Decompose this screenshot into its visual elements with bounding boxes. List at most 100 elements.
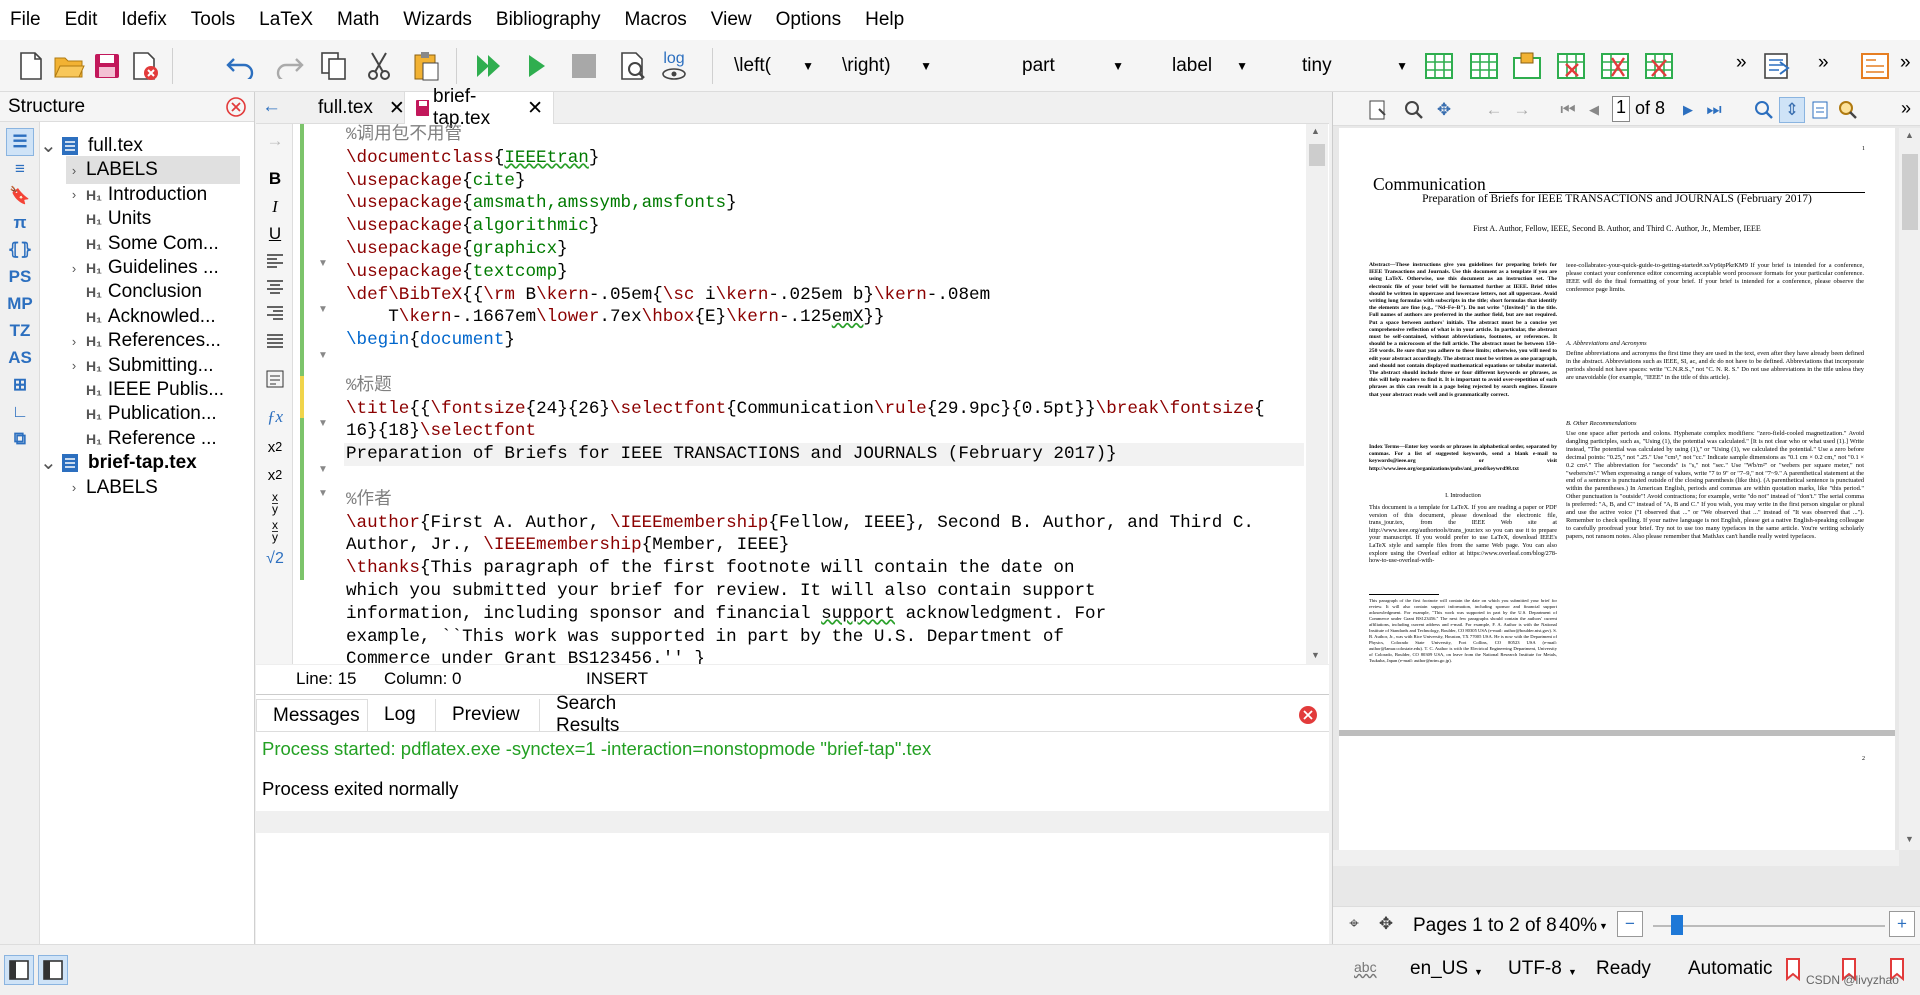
open-folder-icon[interactable]: [50, 47, 88, 85]
copy-icon[interactable]: [315, 47, 353, 85]
add-row-icon[interactable]: [1465, 47, 1503, 85]
align-left-icon[interactable]: [262, 248, 288, 274]
new-file-icon[interactable]: [12, 47, 50, 85]
close-icon[interactable]: [1298, 705, 1318, 725]
remove-column-icon[interactable]: [1596, 47, 1634, 85]
code-line[interactable]: example, ``This work was supported in pa…: [344, 626, 1304, 649]
undo-icon[interactable]: [222, 47, 260, 85]
sync-cursor-icon[interactable]: ✥: [1373, 911, 1399, 937]
zoom-icon[interactable]: [1751, 97, 1777, 123]
tabular-icon[interactable]: [1420, 47, 1458, 85]
code-line[interactable]: which you submitted your brief for revie…: [344, 580, 1304, 603]
page-number-input[interactable]: 1: [1612, 96, 1630, 122]
chevron-right-icon[interactable]: ›: [66, 163, 82, 178]
panel-as-icon[interactable]: AS: [6, 344, 34, 372]
left-bracket-select[interactable]: \left(▼: [720, 48, 820, 84]
brackets-icon[interactable]: ⦃⦄: [6, 236, 34, 264]
menu-item[interactable]: Edit: [55, 9, 112, 31]
zoom-in-icon[interactable]: +: [1889, 911, 1915, 937]
pdf-scrollbar[interactable]: ▲ ▼: [1899, 128, 1920, 850]
code-line[interactable]: %标题: [344, 375, 1304, 398]
code-line[interactable]: \usepackage{cite}: [344, 170, 1304, 193]
tab-preview[interactable]: Preview: [436, 699, 540, 731]
diff-icon[interactable]: [1758, 47, 1796, 85]
toolbar-overflow-1[interactable]: »: [1736, 52, 1747, 74]
zoom-out-icon[interactable]: −: [1617, 911, 1643, 937]
close-file-icon[interactable]: [126, 47, 164, 85]
language-selector[interactable]: en_US: [1410, 958, 1468, 980]
chevron-down-icon[interactable]: ▼: [1474, 967, 1483, 977]
compile-icon[interactable]: [518, 47, 556, 85]
fold-icon[interactable]: ▼: [318, 488, 328, 499]
tab-brief-tap-tex[interactable]: brief-tap.tex ✕: [404, 86, 554, 129]
structure-icon[interactable]: ☰: [6, 128, 34, 156]
spellcheck-icon[interactable]: abc: [1354, 959, 1377, 975]
toggle-messages-icon[interactable]: [38, 955, 68, 985]
code-line[interactable]: Commerce under Grant BS123456.'' }: [344, 648, 1304, 664]
code-line[interactable]: \usepackage{algorithmic}: [344, 215, 1304, 238]
first-page-icon[interactable]: ⏮: [1555, 97, 1581, 123]
subscript-icon[interactable]: x2: [262, 434, 288, 460]
search-icon[interactable]: [1401, 97, 1427, 123]
tab-search-results[interactable]: Search Results: [540, 693, 690, 736]
template-icon[interactable]: [1856, 47, 1894, 85]
pdf-page[interactable]: 1 Communication Preparation of Briefs fo…: [1339, 128, 1895, 850]
new-line-icon[interactable]: [262, 366, 288, 392]
magnifier-icon[interactable]: [1835, 97, 1861, 123]
chevron-right-icon[interactable]: ›: [66, 334, 82, 349]
menu-item[interactable]: View: [701, 9, 766, 31]
align-center-icon[interactable]: [262, 274, 288, 300]
menu-item[interactable]: File: [0, 9, 55, 31]
menu-item[interactable]: Options: [766, 9, 855, 31]
tree-icon[interactable]: ⧉: [6, 425, 34, 453]
chevron-down-icon[interactable]: ⌄: [40, 136, 57, 156]
code-line[interactable]: Author, Jr., \IEEEmembership{Member, IEE…: [344, 534, 1304, 557]
symbol-icon[interactable]: ∟: [6, 398, 34, 426]
back-arrow-icon[interactable]: ←: [1481, 97, 1507, 123]
code-line[interactable]: information, including sponsor and finan…: [344, 603, 1304, 626]
code-line[interactable]: [344, 352, 1304, 375]
zoom-slider-track[interactable]: [1653, 925, 1885, 927]
remove-row-icon[interactable]: [1552, 47, 1590, 85]
remove-cell-icon[interactable]: [1640, 47, 1678, 85]
code-line[interactable]: \def\BibTeX{{\rm B\kern-.05em{\sc i\kern…: [344, 284, 1304, 307]
tab-log[interactable]: Log: [368, 699, 436, 731]
zoom-level[interactable]: 40%: [1559, 915, 1597, 937]
code-line[interactable]: \documentclass{IEEEtran}: [344, 147, 1304, 170]
forward-arrow-icon[interactable]: →: [262, 128, 288, 154]
pdf-toolbar-overflow[interactable]: »: [1901, 98, 1911, 119]
fold-icon[interactable]: ▼: [318, 258, 328, 269]
fold-icon[interactable]: ▼: [318, 418, 328, 429]
label-select[interactable]: label ▼: [1150, 48, 1254, 84]
toc-icon[interactable]: ≡: [6, 155, 34, 183]
panel-ps-icon[interactable]: PS: [6, 263, 34, 291]
fold-icon[interactable]: ▼: [318, 464, 328, 475]
code-line[interactable]: \usepackage{textcomp}: [344, 261, 1304, 284]
code-line[interactable]: \usepackage{amsmath,amssymb,amsfonts}: [344, 192, 1304, 215]
encoding-selector[interactable]: UTF-8: [1508, 958, 1562, 980]
scroll-down-icon[interactable]: ▼: [1905, 834, 1914, 844]
menu-item[interactable]: Macros: [614, 9, 700, 31]
bold-button[interactable]: B: [262, 166, 288, 192]
view-pdf-icon[interactable]: [614, 47, 652, 85]
sectioning-select[interactable]: part ▼: [998, 48, 1130, 84]
chevron-down-icon[interactable]: ▼: [1568, 967, 1577, 977]
fold-icon[interactable]: ▼: [318, 350, 328, 361]
scroll-thumb[interactable]: [1309, 144, 1325, 166]
code-line[interactable]: \begin{document}: [344, 329, 1304, 352]
code-line[interactable]: %作者: [344, 489, 1304, 512]
crosshair-icon[interactable]: ⌖: [1341, 911, 1367, 937]
code-line[interactable]: 16}{18}\selectfont: [344, 420, 1304, 443]
code-line[interactable]: \title{{\fontsize{24}{26}\selectfont{Com…: [344, 398, 1304, 421]
add-column-icon[interactable]: [1508, 47, 1546, 85]
fit-width-icon[interactable]: ⇕: [1779, 97, 1805, 123]
menu-item[interactable]: Tools: [181, 9, 249, 31]
pi-icon[interactable]: π: [6, 209, 34, 237]
chevron-right-icon[interactable]: ›: [66, 261, 82, 276]
sqrt-icon[interactable]: √2: [262, 546, 288, 572]
toolbar-overflow-3[interactable]: »: [1900, 52, 1911, 74]
paste-icon[interactable]: [407, 47, 445, 85]
align-right-icon[interactable]: [262, 300, 288, 326]
menu-item[interactable]: LaTeX: [249, 9, 327, 31]
menu-item[interactable]: Bibliography: [486, 9, 615, 31]
